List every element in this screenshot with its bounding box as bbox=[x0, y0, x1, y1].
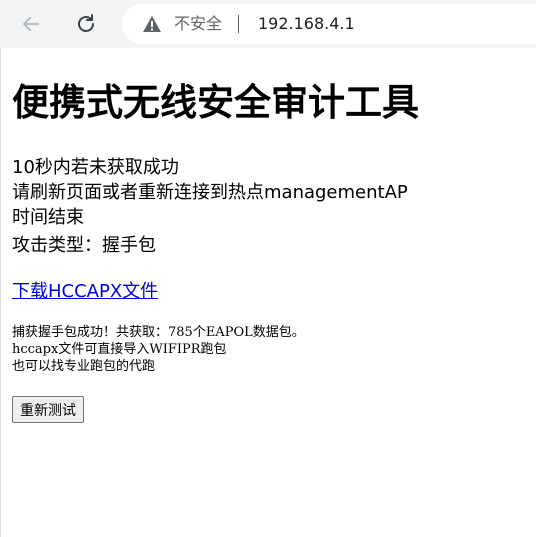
result-line-captured: 捕获握手包成功！共获取：785个EAPOL数据包。 bbox=[12, 325, 305, 340]
page-title: 便携式无线安全审计工具 bbox=[12, 81, 419, 124]
info-line-attack-type: 攻击类型：握手包 bbox=[12, 235, 156, 256]
result-line-import: hccapx文件可直接导入WIFIPR跑包 bbox=[12, 342, 227, 357]
info-line-timeout: 10秒内若未获取成功 bbox=[12, 157, 179, 178]
result-line-service: 也可以找专业跑包的代跑 bbox=[12, 359, 156, 374]
page-content: 便携式无线安全审计工具 10秒内若未获取成功 请刷新页面或者重新连接到热点man… bbox=[0, 48, 536, 537]
back-button[interactable] bbox=[17, 10, 45, 38]
retest-button[interactable]: 重新测试 bbox=[12, 396, 84, 423]
back-arrow-icon bbox=[23, 17, 39, 31]
url-text[interactable]: 192.168.4.1 bbox=[258, 14, 355, 34]
warning-icon[interactable] bbox=[142, 15, 162, 33]
download-hccapx-link[interactable]: 下载HCCAPX文件 bbox=[12, 281, 158, 303]
browser-toolbar: 不安全 192.168.4.1 bbox=[0, 0, 536, 48]
info-line-refresh: 请刷新页面或者重新连接到热点managementAP bbox=[12, 182, 408, 203]
address-bar[interactable]: 不安全 192.168.4.1 bbox=[122, 4, 536, 44]
reload-button[interactable] bbox=[72, 10, 100, 38]
address-bar-divider bbox=[238, 15, 239, 33]
security-status-label[interactable]: 不安全 bbox=[174, 14, 222, 34]
info-line-time-up: 时间结束 bbox=[12, 207, 84, 228]
reload-icon bbox=[78, 14, 94, 32]
